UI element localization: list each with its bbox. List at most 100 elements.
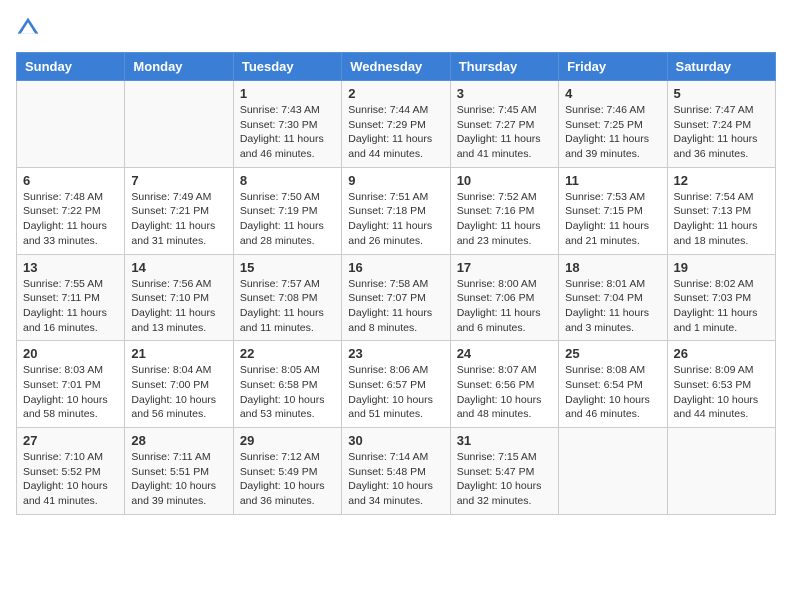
day-info: Sunrise: 7:54 AM Sunset: 7:13 PM Dayligh… bbox=[674, 190, 769, 249]
day-number: 13 bbox=[23, 260, 118, 275]
day-number: 8 bbox=[240, 173, 335, 188]
calendar-cell: 16 Sunrise: 7:58 AM Sunset: 7:07 PM Dayli… bbox=[342, 254, 450, 341]
day-number: 22 bbox=[240, 346, 335, 361]
day-number: 10 bbox=[457, 173, 552, 188]
day-info: Sunrise: 7:49 AM Sunset: 7:21 PM Dayligh… bbox=[131, 190, 226, 249]
calendar-cell: 18 Sunrise: 8:01 AM Sunset: 7:04 PM Dayli… bbox=[559, 254, 667, 341]
day-header: Thursday bbox=[450, 53, 558, 81]
calendar-cell: 7 Sunrise: 7:49 AM Sunset: 7:21 PM Daylig… bbox=[125, 167, 233, 254]
calendar-cell bbox=[559, 428, 667, 515]
day-header: Wednesday bbox=[342, 53, 450, 81]
calendar-cell: 20Sunrise: 8:03 AM Sunset: 7:01 PM Dayli… bbox=[17, 341, 125, 428]
day-number: 6 bbox=[23, 173, 118, 188]
day-number: 11 bbox=[565, 173, 660, 188]
day-number: 15 bbox=[240, 260, 335, 275]
calendar-week-row: 20Sunrise: 8:03 AM Sunset: 7:01 PM Dayli… bbox=[17, 341, 776, 428]
calendar-cell: 13 Sunrise: 7:55 AM Sunset: 7:11 PM Dayli… bbox=[17, 254, 125, 341]
calendar-cell: 21 Sunrise: 8:04 AM Sunset: 7:00 PM Dayli… bbox=[125, 341, 233, 428]
day-info: Sunrise: 7:52 AM Sunset: 7:16 PM Dayligh… bbox=[457, 190, 552, 249]
calendar-cell bbox=[17, 81, 125, 168]
day-number: 17 bbox=[457, 260, 552, 275]
logo-icon bbox=[16, 16, 40, 40]
day-number: 12 bbox=[674, 173, 769, 188]
calendar-cell: 17 Sunrise: 8:00 AM Sunset: 7:06 PM Dayli… bbox=[450, 254, 558, 341]
day-number: 24 bbox=[457, 346, 552, 361]
calendar-cell: 4 Sunrise: 7:46 AM Sunset: 7:25 PM Daylig… bbox=[559, 81, 667, 168]
calendar-cell: 6 Sunrise: 7:48 AM Sunset: 7:22 PM Daylig… bbox=[17, 167, 125, 254]
page-header bbox=[16, 16, 776, 40]
calendar-cell: 31 Sunrise: 7:15 AM Sunset: 5:47 PM Dayli… bbox=[450, 428, 558, 515]
day-number: 19 bbox=[674, 260, 769, 275]
day-info: Sunrise: 7:50 AM Sunset: 7:19 PM Dayligh… bbox=[240, 190, 335, 249]
logo bbox=[16, 16, 44, 40]
calendar-cell: 2 Sunrise: 7:44 AM Sunset: 7:29 PM Daylig… bbox=[342, 81, 450, 168]
calendar-cell: 12 Sunrise: 7:54 AM Sunset: 7:13 PM Dayli… bbox=[667, 167, 775, 254]
calendar-cell: 27 Sunrise: 7:10 AM Sunset: 5:52 PM Dayli… bbox=[17, 428, 125, 515]
calendar-cell: 23Sunrise: 8:06 AM Sunset: 6:57 PM Dayli… bbox=[342, 341, 450, 428]
day-info: Sunrise: 7:51 AM Sunset: 7:18 PM Dayligh… bbox=[348, 190, 443, 249]
day-info: Sunrise: 8:02 AM Sunset: 7:03 PM Dayligh… bbox=[674, 277, 769, 336]
day-info: Sunrise: 7:15 AM Sunset: 5:47 PM Dayligh… bbox=[457, 450, 552, 509]
calendar-header-row: SundayMondayTuesdayWednesdayThursdayFrid… bbox=[17, 53, 776, 81]
day-header: Sunday bbox=[17, 53, 125, 81]
day-info: Sunrise: 7:53 AM Sunset: 7:15 PM Dayligh… bbox=[565, 190, 660, 249]
day-number: 3 bbox=[457, 86, 552, 101]
day-number: 16 bbox=[348, 260, 443, 275]
calendar-cell: 28 Sunrise: 7:11 AM Sunset: 5:51 PM Dayli… bbox=[125, 428, 233, 515]
day-info: Sunrise: 8:06 AM Sunset: 6:57 PM Dayligh… bbox=[348, 363, 443, 422]
day-number: 31 bbox=[457, 433, 552, 448]
day-info: Sunrise: 7:12 AM Sunset: 5:49 PM Dayligh… bbox=[240, 450, 335, 509]
day-number: 7 bbox=[131, 173, 226, 188]
day-header: Monday bbox=[125, 53, 233, 81]
calendar-cell: 14 Sunrise: 7:56 AM Sunset: 7:10 PM Dayli… bbox=[125, 254, 233, 341]
day-number: 29 bbox=[240, 433, 335, 448]
day-info: Sunrise: 8:07 AM Sunset: 6:56 PM Dayligh… bbox=[457, 363, 552, 422]
calendar-cell bbox=[667, 428, 775, 515]
calendar-cell: 10 Sunrise: 7:52 AM Sunset: 7:16 PM Dayli… bbox=[450, 167, 558, 254]
day-info: Sunrise: 8:08 AM Sunset: 6:54 PM Dayligh… bbox=[565, 363, 660, 422]
day-number: 4 bbox=[565, 86, 660, 101]
day-info: Sunrise: 8:01 AM Sunset: 7:04 PM Dayligh… bbox=[565, 277, 660, 336]
day-info: Sunrise: 8:05 AM Sunset: 6:58 PM Dayligh… bbox=[240, 363, 335, 422]
calendar-cell: 30 Sunrise: 7:14 AM Sunset: 5:48 PM Dayli… bbox=[342, 428, 450, 515]
day-info: Sunrise: 8:00 AM Sunset: 7:06 PM Dayligh… bbox=[457, 277, 552, 336]
calendar-cell: 22 Sunrise: 8:05 AM Sunset: 6:58 PM Dayli… bbox=[233, 341, 341, 428]
day-info: Sunrise: 7:47 AM Sunset: 7:24 PM Dayligh… bbox=[674, 103, 769, 162]
calendar-week-row: 1Sunrise: 7:43 AM Sunset: 7:30 PM Daylig… bbox=[17, 81, 776, 168]
day-number: 25 bbox=[565, 346, 660, 361]
day-number: 14 bbox=[131, 260, 226, 275]
calendar-cell: 8 Sunrise: 7:50 AM Sunset: 7:19 PM Daylig… bbox=[233, 167, 341, 254]
day-info: Sunrise: 7:57 AM Sunset: 7:08 PM Dayligh… bbox=[240, 277, 335, 336]
calendar-cell: 5Sunrise: 7:47 AM Sunset: 7:24 PM Daylig… bbox=[667, 81, 775, 168]
calendar-cell: 3 Sunrise: 7:45 AM Sunset: 7:27 PM Daylig… bbox=[450, 81, 558, 168]
day-info: Sunrise: 7:43 AM Sunset: 7:30 PM Dayligh… bbox=[240, 103, 335, 162]
day-info: Sunrise: 7:56 AM Sunset: 7:10 PM Dayligh… bbox=[131, 277, 226, 336]
calendar-cell: 9Sunrise: 7:51 AM Sunset: 7:18 PM Daylig… bbox=[342, 167, 450, 254]
day-info: Sunrise: 7:10 AM Sunset: 5:52 PM Dayligh… bbox=[23, 450, 118, 509]
day-info: Sunrise: 7:55 AM Sunset: 7:11 PM Dayligh… bbox=[23, 277, 118, 336]
calendar-week-row: 27 Sunrise: 7:10 AM Sunset: 5:52 PM Dayli… bbox=[17, 428, 776, 515]
day-info: Sunrise: 7:58 AM Sunset: 7:07 PM Dayligh… bbox=[348, 277, 443, 336]
day-header: Friday bbox=[559, 53, 667, 81]
day-info: Sunrise: 8:04 AM Sunset: 7:00 PM Dayligh… bbox=[131, 363, 226, 422]
day-info: Sunrise: 7:48 AM Sunset: 7:22 PM Dayligh… bbox=[23, 190, 118, 249]
day-info: Sunrise: 7:14 AM Sunset: 5:48 PM Dayligh… bbox=[348, 450, 443, 509]
day-info: Sunrise: 8:09 AM Sunset: 6:53 PM Dayligh… bbox=[674, 363, 769, 422]
day-number: 30 bbox=[348, 433, 443, 448]
day-number: 2 bbox=[348, 86, 443, 101]
day-number: 27 bbox=[23, 433, 118, 448]
day-number: 21 bbox=[131, 346, 226, 361]
calendar-cell: 25 Sunrise: 8:08 AM Sunset: 6:54 PM Dayli… bbox=[559, 341, 667, 428]
day-info: Sunrise: 7:46 AM Sunset: 7:25 PM Dayligh… bbox=[565, 103, 660, 162]
calendar-cell bbox=[125, 81, 233, 168]
calendar-cell: 26 Sunrise: 8:09 AM Sunset: 6:53 PM Dayli… bbox=[667, 341, 775, 428]
day-info: Sunrise: 7:44 AM Sunset: 7:29 PM Dayligh… bbox=[348, 103, 443, 162]
calendar-week-row: 6 Sunrise: 7:48 AM Sunset: 7:22 PM Daylig… bbox=[17, 167, 776, 254]
day-number: 26 bbox=[674, 346, 769, 361]
day-number: 18 bbox=[565, 260, 660, 275]
calendar-cell: 19 Sunrise: 8:02 AM Sunset: 7:03 PM Dayli… bbox=[667, 254, 775, 341]
day-info: Sunrise: 7:11 AM Sunset: 5:51 PM Dayligh… bbox=[131, 450, 226, 509]
calendar-cell: 24 Sunrise: 8:07 AM Sunset: 6:56 PM Dayli… bbox=[450, 341, 558, 428]
day-number: 28 bbox=[131, 433, 226, 448]
day-info: Sunrise: 7:45 AM Sunset: 7:27 PM Dayligh… bbox=[457, 103, 552, 162]
